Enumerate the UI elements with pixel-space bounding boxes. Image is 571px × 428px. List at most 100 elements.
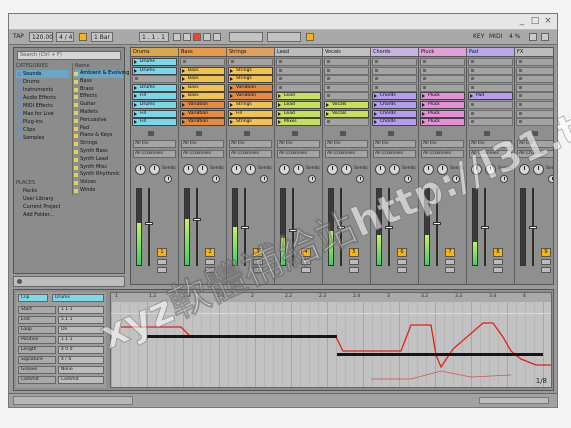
empty-clip-slot[interactable]: [468, 101, 513, 109]
clip-slot[interactable]: Bass: [180, 83, 225, 92]
empty-clip-slot[interactable]: [468, 66, 513, 75]
browser-category-item[interactable]: MIDI Effects: [16, 102, 69, 110]
clip-slot[interactable]: Chords: [372, 92, 417, 101]
empty-clip-slot[interactable]: [468, 58, 513, 66]
browser-list-item[interactable]: Synth Lead: [73, 156, 123, 164]
browser-list-item[interactable]: Voices: [73, 179, 123, 187]
clip-slot[interactable]: Strings: [228, 66, 273, 75]
browser-list-item[interactable]: Synth Bass: [73, 148, 123, 156]
empty-clip-slot[interactable]: [468, 118, 513, 127]
clip-slot[interactable]: Drums: [132, 83, 177, 92]
track-activator-button[interactable]: 4: [301, 248, 311, 257]
send-a-knob[interactable]: [327, 164, 338, 175]
arm-button[interactable]: [157, 267, 167, 273]
record-button[interactable]: [193, 33, 201, 41]
clip-slot[interactable]: Pluck: [420, 101, 465, 109]
track-title[interactable]: Strings: [227, 48, 274, 57]
solo-button[interactable]: [253, 259, 263, 265]
clip-slot[interactable]: Chords: [372, 109, 417, 118]
track-title[interactable]: Chords: [371, 48, 418, 57]
overdub-button[interactable]: [203, 33, 211, 41]
clip-slot[interactable]: Pluck: [420, 109, 465, 118]
clip-stop-button[interactable]: [436, 131, 442, 136]
input-type-chooser[interactable]: All Ins: [325, 140, 368, 148]
send-b-knob[interactable]: [245, 164, 256, 175]
close-button[interactable]: ×: [543, 16, 553, 26]
pan-knob[interactable]: [260, 175, 268, 183]
input-channel-chooser[interactable]: All Channels: [373, 150, 416, 158]
clip-stop-icon[interactable]: [519, 68, 522, 72]
clip-play-icon[interactable]: [182, 103, 185, 107]
clip-name-field[interactable]: Drums: [52, 294, 104, 302]
arm-button[interactable]: [349, 267, 359, 273]
clip-slot[interactable]: Vocals: [324, 109, 369, 118]
clip-play-icon[interactable]: [278, 111, 281, 116]
clip-play-icon[interactable]: [422, 111, 425, 116]
pan-knob[interactable]: [452, 175, 460, 183]
modulation-bar-a[interactable]: [147, 335, 337, 338]
browser-category-item[interactable]: Samples: [16, 134, 69, 142]
song-position-field[interactable]: 1 . 1 . 1: [142, 33, 165, 42]
metronome-button[interactable]: [79, 33, 87, 41]
empty-clip-slot[interactable]: [132, 75, 177, 84]
clip-play-icon[interactable]: [134, 111, 137, 116]
clip-stop-button[interactable]: [484, 131, 490, 136]
loop-length-field[interactable]: [267, 32, 301, 42]
browser-category-item[interactable]: Audio Effects: [16, 94, 69, 102]
clip-slot[interactable]: Drums: [132, 101, 177, 109]
browser-category-item[interactable]: Instruments: [16, 86, 69, 94]
solo-button[interactable]: [157, 259, 167, 265]
input-channel-chooser[interactable]: All Channels: [133, 150, 176, 158]
clip-play-icon[interactable]: [182, 111, 185, 116]
clip-play-icon[interactable]: [230, 94, 233, 99]
volume-fader-track[interactable]: [436, 188, 438, 266]
clip-property-value[interactable]: 1 1 1: [58, 306, 104, 314]
clip-play-icon[interactable]: [278, 120, 281, 125]
browser-list-item[interactable]: Ambient & Evolving: [73, 70, 129, 78]
clip-stop-icon[interactable]: [471, 103, 474, 106]
clip-play-icon[interactable]: [422, 103, 425, 107]
empty-clip-slot[interactable]: [276, 66, 321, 75]
send-b-knob[interactable]: [437, 164, 448, 175]
clip-stop-icon[interactable]: [519, 103, 522, 106]
preview-icon[interactable]: [17, 279, 22, 284]
volume-fader-handle[interactable]: [385, 225, 393, 229]
key-map-button[interactable]: KEY: [473, 32, 484, 41]
clip-play-icon[interactable]: [422, 120, 425, 125]
empty-clip-slot[interactable]: [516, 58, 553, 66]
send-b-knob[interactable]: [197, 164, 208, 175]
clip-stop-icon[interactable]: [375, 85, 378, 89]
arm-button[interactable]: [301, 267, 311, 273]
clip-slot[interactable]: Variation: [180, 101, 225, 109]
track-title[interactable]: Vocals: [323, 48, 370, 57]
clip-slot[interactable]: Variation: [180, 109, 225, 118]
modulation-bar-b[interactable]: [337, 353, 543, 356]
empty-clip-slot[interactable]: [324, 58, 369, 66]
clip-property-value[interactable]: 4 0 0: [58, 346, 104, 354]
clip-stop-icon[interactable]: [519, 77, 522, 81]
pan-knob[interactable]: [164, 175, 172, 183]
solo-button[interactable]: [205, 259, 215, 265]
tempo-field[interactable]: 120.00: [32, 33, 53, 42]
clip-slot[interactable]: Drums: [132, 66, 177, 75]
send-a-knob[interactable]: [375, 164, 386, 175]
automation-arm-button[interactable]: [213, 33, 221, 41]
clip-slot[interactable]: Chords: [372, 118, 417, 127]
send-b-knob[interactable]: [533, 164, 544, 175]
send-a-knob[interactable]: [471, 164, 482, 175]
tap-button[interactable]: TAP: [13, 32, 24, 41]
clip-play-icon[interactable]: [134, 85, 137, 90]
clip-stop-button[interactable]: [340, 131, 346, 136]
send-b-knob[interactable]: [389, 164, 400, 175]
empty-clip-slot[interactable]: [324, 83, 369, 92]
clip-slot[interactable]: Mixes: [276, 118, 321, 127]
clip-stop-button[interactable]: [244, 131, 250, 136]
clip-property-value[interactable]: Commit: [58, 376, 104, 384]
clip-stop-icon[interactable]: [279, 77, 282, 81]
browser-place-item[interactable]: Current Project: [16, 203, 69, 211]
volume-fader-handle[interactable]: [529, 225, 537, 229]
clip-slot[interactable]: Fill: [132, 92, 177, 101]
clip-stop-icon[interactable]: [471, 68, 474, 72]
clip-play-icon[interactable]: [374, 103, 377, 107]
envelope-graph[interactable]: [111, 293, 552, 388]
